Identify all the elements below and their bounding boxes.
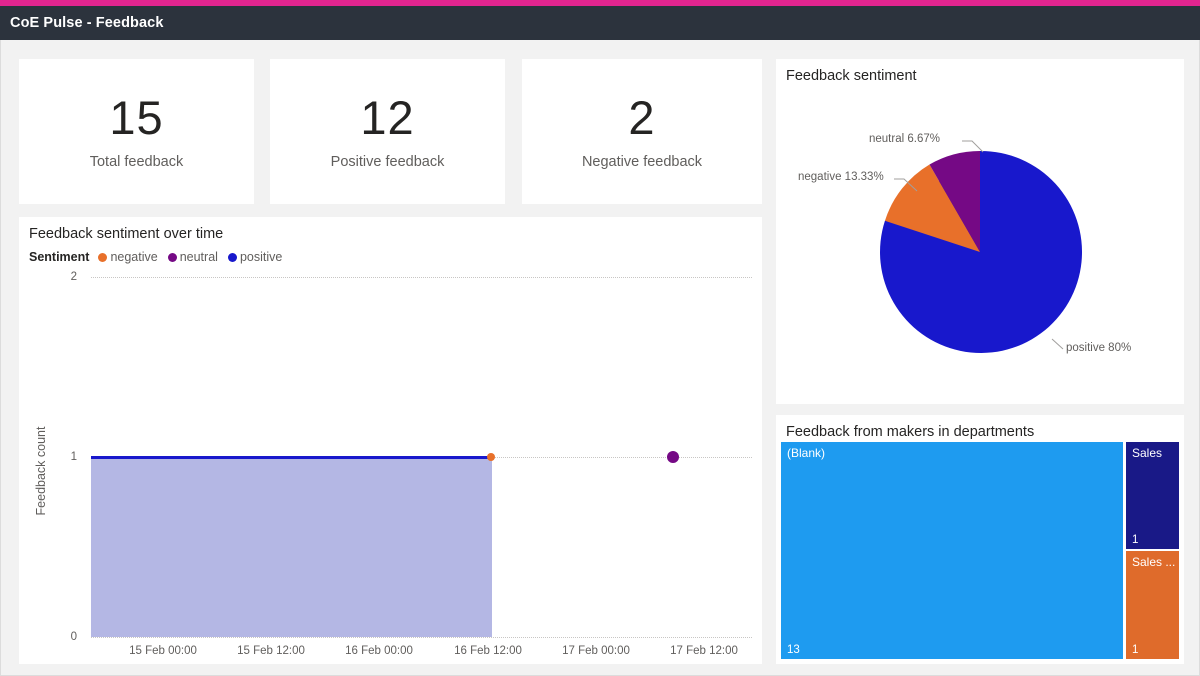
y-axis-tick: 0 (70, 631, 77, 643)
x-axis-tick: 15 Feb 00:00 (129, 645, 197, 657)
legend-swatch-positive (227, 252, 237, 262)
legend-swatch-neutral (167, 252, 177, 262)
pie-label-negative: negative 13.33% (798, 171, 884, 183)
x-axis-tick: 17 Feb 12:00 (670, 645, 738, 657)
plot-area[interactable]: Feedback count 2 1 0 15 Feb 00:00 15 Feb… (19, 271, 762, 664)
legend-label-positive: positive (239, 250, 283, 264)
legend-title: Sentiment (29, 250, 90, 264)
pie-leader-line-neutral (962, 140, 984, 153)
pie-label-positive: positive 80% (1066, 342, 1132, 354)
x-axis-tick: 16 Feb 12:00 (454, 645, 522, 657)
pie-plot-area[interactable]: neutral 6.67% negative 13.33% positive 8… (776, 87, 1184, 404)
treemap-tile-value: 1 (1132, 644, 1139, 656)
treemap-tile-label: (Blank) (787, 446, 826, 460)
chart-card-feedback-by-department[interactable]: Feedback from makers in departments (Bla… (776, 415, 1184, 664)
legend-label-negative: negative (110, 250, 158, 264)
treemap-tile-sales[interactable]: Sales 1 (1126, 442, 1179, 549)
kpi-card-negative-feedback[interactable]: 2 Negative feedback (522, 59, 762, 204)
treemap-tile-sales-other[interactable]: Sales ... 1 (1126, 551, 1179, 659)
kpi-card-total-feedback[interactable]: 15 Total feedback (19, 59, 254, 204)
kpi-value: 12 (360, 90, 415, 144)
chart-title: Feedback sentiment (786, 68, 917, 84)
kpi-value: 2 (628, 90, 656, 144)
data-point-neutral[interactable] (667, 451, 679, 463)
kpi-label: Total feedback (89, 153, 184, 170)
pie-leader-line-positive (1051, 338, 1064, 350)
gridline (91, 277, 752, 278)
treemap-tile-label: Sales ... (1132, 555, 1176, 569)
x-axis-tick: 15 Feb 12:00 (237, 645, 305, 657)
pie-svg (880, 140, 1083, 353)
kpi-value: 15 (109, 90, 164, 144)
chart-card-sentiment-over-time[interactable]: Feedback sentiment over time Sentiment n… (19, 217, 762, 664)
chart-title: Feedback from makers in departments (786, 424, 1035, 440)
gridline (91, 637, 752, 638)
legend-item-positive[interactable]: positive (227, 250, 283, 264)
area-series-positive (91, 459, 492, 637)
legend-item-neutral[interactable]: neutral (167, 250, 218, 264)
treemap-tile-label: Sales (1132, 446, 1163, 460)
chart-card-feedback-sentiment-pie[interactable]: Feedback sentiment neutral 6.67% negativ… (776, 59, 1184, 404)
x-axis-tick: 16 Feb 00:00 (345, 645, 413, 657)
chart-legend: Sentiment negative neutral positive (19, 242, 762, 264)
pie-label-neutral: neutral 6.67% (869, 133, 940, 145)
legend-item-negative[interactable]: negative (98, 250, 158, 264)
legend-swatch-negative (98, 252, 108, 262)
report-canvas: 15 Total feedback 12 Positive feedback 2… (0, 40, 1200, 676)
data-point-negative[interactable] (487, 453, 495, 461)
treemap-tile-blank[interactable]: (Blank) 13 (781, 442, 1123, 659)
kpi-card-positive-feedback[interactable]: 12 Positive feedback (270, 59, 505, 204)
legend-label-neutral: neutral (179, 250, 218, 264)
y-axis-title: Feedback count (34, 426, 48, 516)
treemap-tile-value: 1 (1132, 534, 1139, 546)
kpi-label: Positive feedback (330, 153, 445, 170)
x-axis-tick: 17 Feb 00:00 (562, 645, 630, 657)
treemap-plot-area[interactable]: (Blank) 13 Sales 1 Sales ... 1 (781, 442, 1179, 659)
app-title: CoE Pulse - Feedback (10, 15, 164, 31)
kpi-label: Negative feedback (581, 153, 703, 170)
y-axis-tick: 1 (70, 451, 77, 463)
y-axis-tick: 2 (70, 271, 77, 283)
dashboard-window: CoE Pulse - Feedback 15 Total feedback 1… (0, 0, 1200, 676)
line-series-positive (91, 456, 492, 459)
title-bar: CoE Pulse - Feedback (0, 6, 1200, 40)
chart-title: Feedback sentiment over time (29, 226, 224, 242)
treemap-tile-value: 13 (787, 644, 800, 656)
